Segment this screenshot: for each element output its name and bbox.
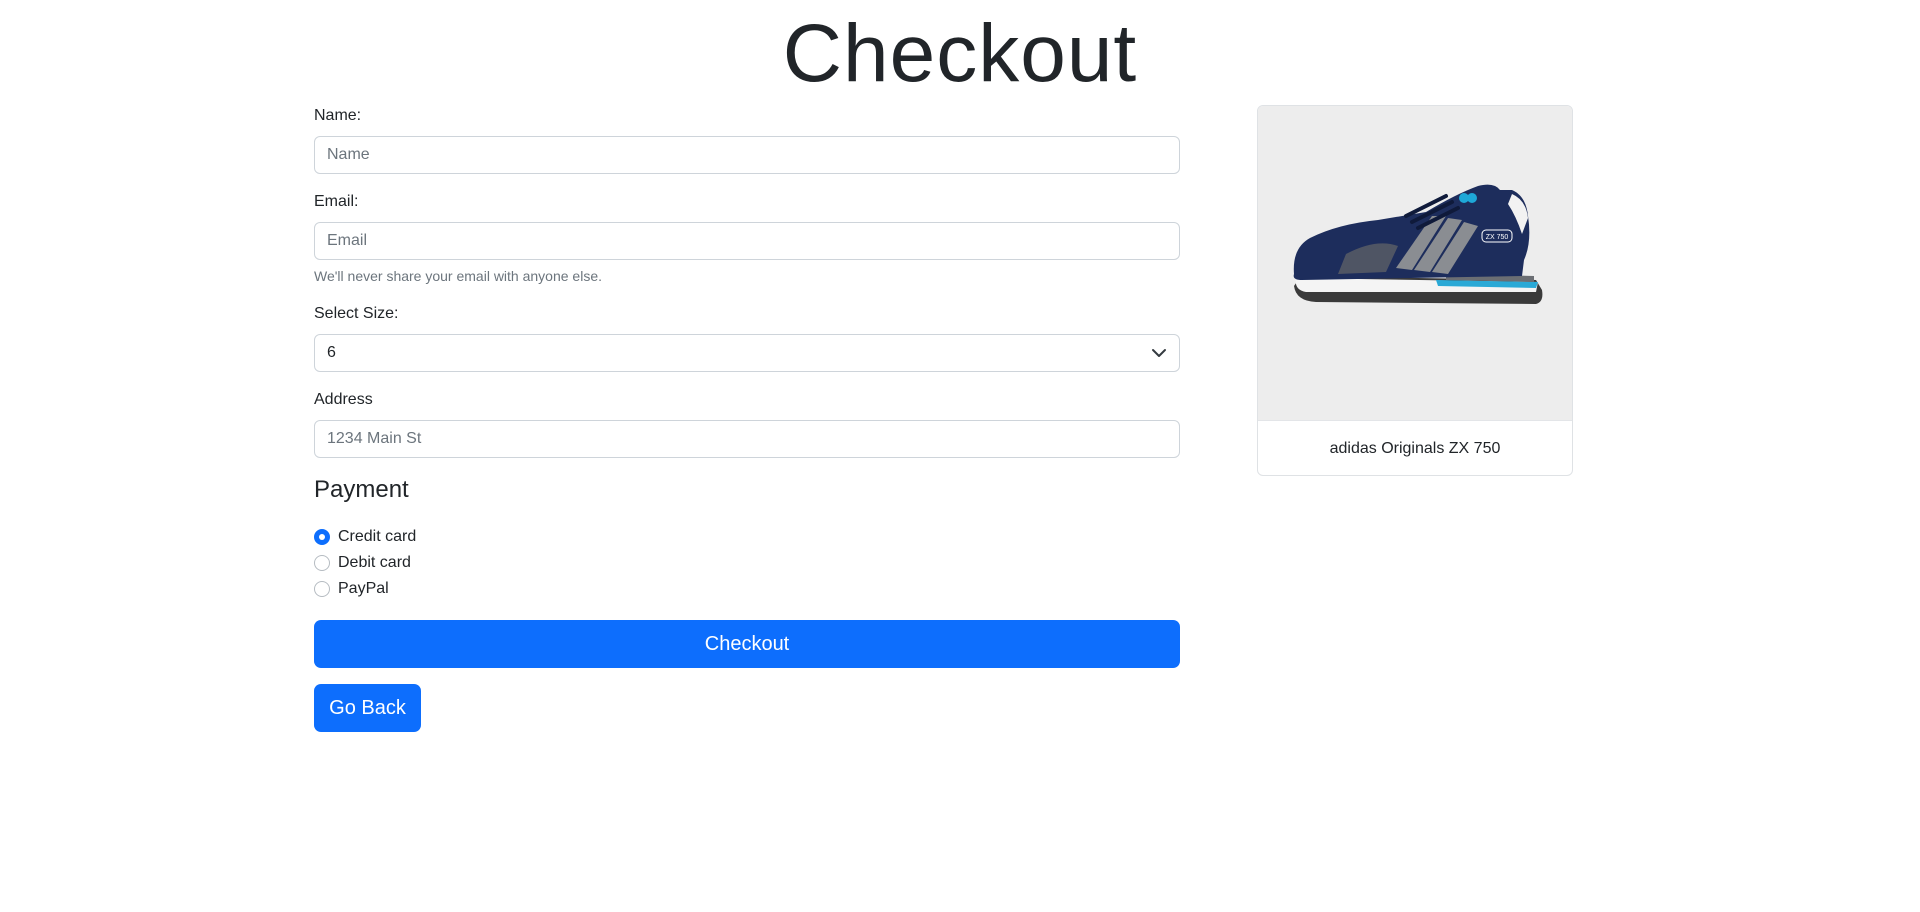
page-title: Checkout — [782, 8, 1138, 99]
product-name: adidas Originals ZX 750 — [1258, 420, 1572, 475]
product-card: ZX 750 adidas Originals ZX 750 — [1257, 105, 1573, 476]
radio-label-paypal: PayPal — [338, 580, 389, 597]
name-placeholder: Name — [327, 146, 370, 163]
chevron-down-icon — [1152, 349, 1166, 357]
name-label: Name: — [314, 107, 362, 124]
size-select[interactable]: 6 — [314, 334, 1180, 372]
name-group: Name: Name — [314, 104, 1180, 174]
payment-option-credit[interactable]: Credit card — [314, 524, 1180, 550]
size-select-value: 6 — [327, 344, 336, 361]
payment-option-debit[interactable]: Debit card — [314, 550, 1180, 576]
product-image: ZX 750 — [1258, 106, 1572, 420]
email-label: Email: — [314, 193, 359, 210]
email-group: Email: Email We'll never share your emai… — [314, 190, 1180, 286]
email-help-text: We'll never share your email with anyone… — [314, 268, 602, 284]
checkout-button[interactable]: Checkout — [314, 620, 1180, 668]
radio-label-credit-card: Credit card — [338, 528, 417, 545]
radio-debit-card[interactable] — [314, 555, 330, 571]
payment-heading: Payment — [314, 476, 409, 503]
address-placeholder: 1234 Main St — [327, 430, 422, 447]
address-group: Address 1234 Main St — [314, 388, 1180, 458]
radio-label-debit-card: Debit card — [338, 554, 411, 571]
address-input[interactable]: 1234 Main St — [314, 420, 1180, 458]
sneaker-illustration: ZX 750 — [1293, 184, 1543, 304]
name-input[interactable]: Name — [314, 136, 1180, 174]
email-placeholder: Email — [327, 232, 368, 249]
size-group: Select Size: 6 — [314, 302, 1180, 372]
radio-credit-card[interactable] — [314, 529, 330, 545]
checkout-form: Name: Name Email: Email We'll never shar… — [314, 104, 1180, 732]
payment-option-paypal[interactable]: PayPal — [314, 576, 1180, 602]
radio-paypal[interactable] — [314, 581, 330, 597]
email-input[interactable]: Email — [314, 222, 1180, 260]
go-back-button[interactable]: Go Back — [314, 684, 421, 732]
address-label: Address — [314, 391, 373, 408]
size-label: Select Size: — [314, 305, 399, 322]
shoe-badge-text: ZX 750 — [1486, 234, 1509, 241]
